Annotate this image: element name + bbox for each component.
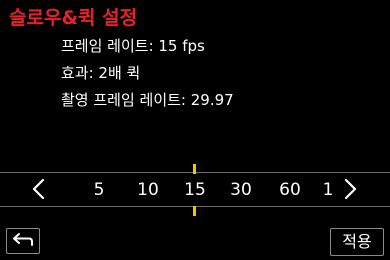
frame-rate-option-selected[interactable]: 15 [175,178,215,202]
back-button[interactable] [6,228,40,254]
frame-rate-option[interactable]: 60 [270,178,310,202]
frame-rate-option[interactable]: 30 [221,178,261,202]
apply-button[interactable]: 적용 [330,228,384,256]
frame-rate-selector[interactable]: 5 10 15 30 60 1 [0,173,390,206]
recording-frame-rate-info: 촬영 프레임 레이트: 29.97 [61,91,234,109]
effect-info: 효과: 2배 퀵 [61,64,141,82]
page-title: 슬로우&퀵 설정 [9,7,138,29]
chevron-right-icon[interactable] [339,176,363,202]
frame-rate-info: 프레임 레이트: 15 fps [61,37,205,55]
frame-rate-option[interactable]: 10 [128,178,168,202]
chevron-left-icon[interactable] [26,176,50,202]
return-arrow-icon [12,231,34,251]
frame-rate-option[interactable]: 5 [79,178,119,202]
selection-marker-bottom [193,206,196,216]
